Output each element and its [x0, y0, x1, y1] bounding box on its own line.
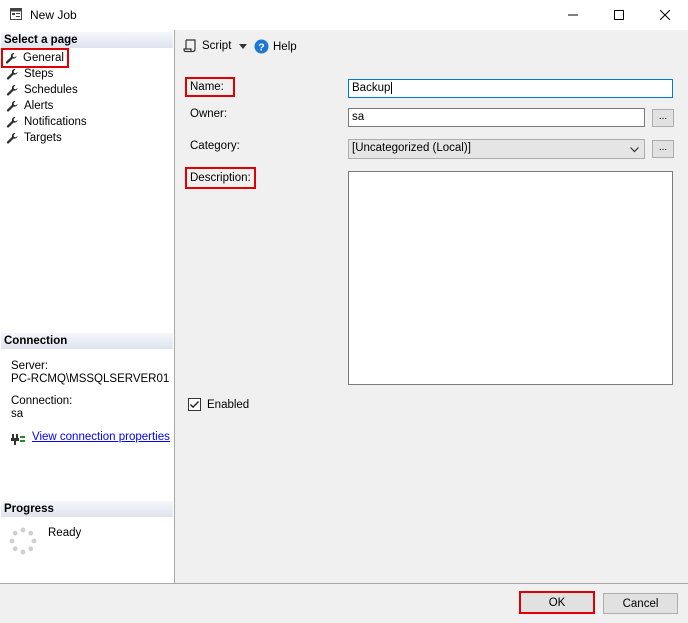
wrench-icon: [6, 116, 18, 128]
progress-spinner-icon: [9, 527, 37, 555]
help-label: Help: [273, 40, 297, 53]
enabled-label: Enabled: [207, 398, 250, 411]
cancel-label: Cancel: [622, 597, 659, 610]
owner-label: Owner:: [190, 108, 228, 120]
enabled-checkbox-row[interactable]: Enabled: [188, 398, 249, 411]
help-button[interactable]: ? Help: [254, 39, 297, 54]
connection-label: Connection:: [11, 395, 73, 407]
page-item-notifications[interactable]: Notifications: [6, 114, 87, 130]
server-value: PC-RCMQ\MSSQLSERVER01: [11, 373, 170, 385]
cancel-button[interactable]: Cancel: [603, 593, 678, 614]
page-item-schedules[interactable]: Schedules: [6, 82, 78, 98]
chevron-down-icon: [630, 147, 639, 153]
maximize-button[interactable]: [596, 0, 642, 30]
wrench-icon: [5, 52, 17, 64]
script-button[interactable]: Script: [183, 39, 248, 53]
page-label-general: General: [23, 52, 64, 64]
name-input-value: Backup: [352, 82, 391, 94]
wrench-icon: [6, 132, 18, 144]
progress-header: Progress: [1, 501, 173, 517]
close-icon: [660, 10, 670, 20]
left-pane: Select a page General Steps Schedules Al…: [0, 30, 175, 583]
minimize-icon: [568, 14, 578, 16]
name-input[interactable]: Backup: [348, 79, 673, 98]
server-label: Server:: [11, 360, 49, 372]
bottom-separator: [0, 583, 688, 584]
connection-value: sa: [11, 408, 24, 420]
progress-status: Ready: [48, 527, 82, 539]
enabled-checkbox[interactable]: [188, 398, 201, 411]
owner-browse-button[interactable]: ...: [652, 109, 674, 127]
description-label: Description:: [185, 167, 256, 189]
page-label-steps: Steps: [24, 68, 54, 80]
category-browse-button[interactable]: ...: [652, 140, 674, 158]
wrench-icon: [6, 84, 18, 96]
page-label-targets: Targets: [24, 132, 62, 144]
script-dropdown-arrow-icon[interactable]: [239, 43, 248, 49]
connection-properties-icon: [11, 434, 25, 445]
page-item-steps[interactable]: Steps: [6, 66, 53, 82]
script-label: Script: [202, 40, 232, 52]
window-title: New Job: [30, 8, 77, 22]
page-label-notifications: Notifications: [24, 116, 87, 128]
title-bar: New Job: [0, 0, 688, 30]
minimize-button[interactable]: [550, 0, 596, 30]
help-icon: ?: [254, 39, 269, 54]
description-label-text: Description:: [190, 172, 251, 184]
page-item-targets[interactable]: Targets: [6, 130, 62, 146]
owner-input[interactable]: sa: [348, 108, 645, 127]
page-item-general[interactable]: General: [1, 48, 69, 68]
ok-highlight: [519, 591, 595, 614]
view-connection-properties-link[interactable]: View connection properties: [32, 431, 170, 443]
right-pane: Script ? Help Name: Backup Owner: sa ...…: [175, 30, 688, 583]
text-caret: [391, 82, 393, 94]
page-label-alerts: Alerts: [24, 100, 54, 112]
wrench-icon: [6, 68, 18, 80]
page-label-schedules: Schedules: [24, 84, 78, 96]
description-textarea[interactable]: [348, 171, 673, 385]
category-select[interactable]: [Uncategorized (Local)]: [348, 139, 645, 159]
name-label-text: Name:: [190, 81, 224, 93]
page-item-alerts[interactable]: Alerts: [6, 98, 53, 114]
script-icon: [183, 39, 196, 53]
category-value: [Uncategorized (Local)]: [352, 142, 471, 154]
connection-header: Connection: [1, 333, 173, 349]
window-app-icon: [10, 8, 22, 20]
select-page-header: Select a page: [1, 32, 173, 48]
maximize-icon: [614, 10, 624, 20]
svg-text:?: ?: [258, 41, 264, 53]
name-label: Name:: [185, 77, 235, 97]
wrench-icon: [6, 100, 18, 112]
category-label: Category:: [190, 140, 240, 152]
close-button[interactable]: [642, 0, 688, 30]
